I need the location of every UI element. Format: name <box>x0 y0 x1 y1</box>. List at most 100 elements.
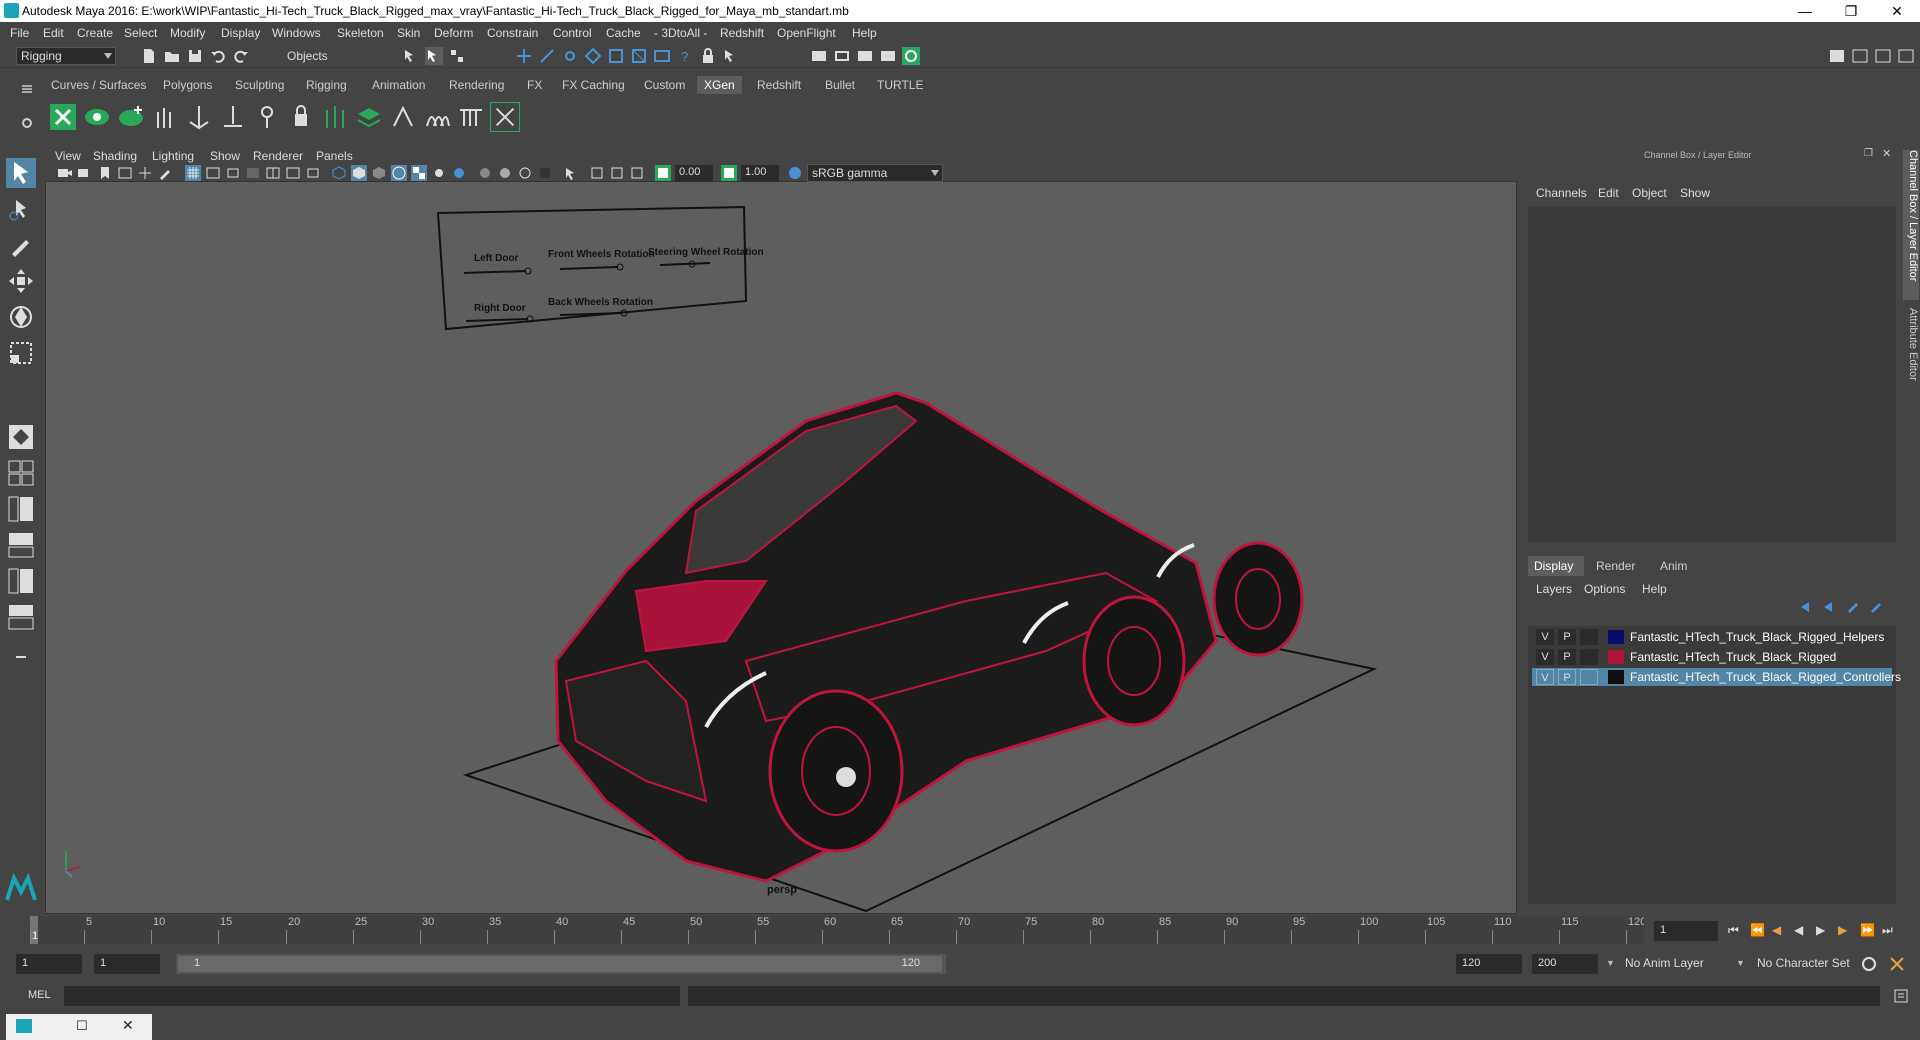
scene-view[interactable]: Left Door Front Wheels Rotation Steering… <box>46 181 1518 915</box>
step-back-frame-icon[interactable]: ◀ <box>1772 923 1781 937</box>
front-wheel[interactable] <box>768 689 904 853</box>
gear-icon[interactable] <box>20 116 34 130</box>
four-view-layout-icon[interactable] <box>6 458 36 488</box>
field-chart-icon[interactable] <box>265 165 281 181</box>
layer-color-swatch[interactable] <box>1608 670 1624 684</box>
view-transform-dropdown[interactable]: sRGB gamma <box>807 164 943 182</box>
bookmark-icon[interactable] <box>97 165 113 181</box>
exposure-icon[interactable] <box>655 165 671 181</box>
cb-menu-object[interactable]: Object <box>1632 186 1667 200</box>
layer-tab-anim[interactable]: Anim <box>1660 559 1687 573</box>
snap-live-icon[interactable] <box>630 47 648 65</box>
vp-menu-shading[interactable]: Shading <box>93 149 137 163</box>
layer-row-selected[interactable]: V P Fantastic_HTech_Truck_Black_Rigged_C… <box>1532 668 1901 686</box>
tab-polygons[interactable]: Polygons <box>156 76 219 94</box>
layer-display-type-toggle[interactable] <box>1580 649 1598 665</box>
range-slider[interactable]: 1 120 <box>176 954 946 974</box>
redo-icon[interactable] <box>232 47 250 65</box>
tab-redshift[interactable]: Redshift <box>750 76 808 94</box>
xgen-sculpt-icon[interactable] <box>252 102 282 132</box>
layer-menu-help[interactable]: Help <box>1642 582 1667 596</box>
range-slider-handle[interactable]: 1 120 <box>178 956 942 972</box>
tab-turtle[interactable]: TURTLE <box>870 76 930 94</box>
open-scene-icon[interactable] <box>163 47 181 65</box>
workspace-icon[interactable] <box>1828 47 1846 65</box>
persp-outliner-layout-icon[interactable] <box>6 494 36 524</box>
screen-space-ao-icon[interactable] <box>477 165 493 181</box>
channel-list[interactable] <box>1528 206 1896 542</box>
tab-fx-caching[interactable]: FX Caching <box>555 76 632 94</box>
vp-menu-panels[interactable]: Panels <box>316 149 353 163</box>
layer-name[interactable]: Fantastic_HTech_Truck_Black_Rigged_Helpe… <box>1630 630 1884 644</box>
step-forward-key-icon[interactable]: ⏩ <box>1860 923 1875 937</box>
layer-row[interactable]: V P Fantastic_HTech_Truck_Black_Rigged <box>1532 648 1892 666</box>
film-gate-icon[interactable] <box>205 165 221 181</box>
layer-tab-display[interactable]: Display <box>1528 556 1584 576</box>
camera-attributes-icon[interactable] <box>77 165 93 181</box>
tab-rendering[interactable]: Rendering <box>442 76 511 94</box>
anti-aliasing-icon[interactable] <box>517 165 533 181</box>
lock-icon[interactable] <box>699 47 717 65</box>
hypershade-layout-icon[interactable] <box>6 566 36 596</box>
command-language-label[interactable]: MEL <box>28 989 51 1001</box>
move-tool-icon[interactable] <box>6 266 36 296</box>
gamma-field[interactable]: 1.00 <box>741 165 779 181</box>
layer-display-type-toggle[interactable] <box>1580 629 1598 645</box>
tab-xgen[interactable]: XGen <box>697 76 742 94</box>
vp-menu-lighting[interactable]: Lighting <box>152 149 194 163</box>
xgen-add-guide-icon[interactable] <box>184 102 214 132</box>
restore-window-icon[interactable]: ☐ <box>76 1018 88 1034</box>
vp-menu-show[interactable]: Show <box>210 149 240 163</box>
character-set-dropdown[interactable]: No Character Set <box>1752 954 1864 974</box>
menu-skeleton[interactable]: Skeleton <box>337 26 384 40</box>
layer-menu-layers[interactable]: Layers <box>1536 582 1572 596</box>
layer-name[interactable]: Fantastic_HTech_Truck_Black_Rigged_Contr… <box>1630 670 1901 684</box>
layer-color-swatch[interactable] <box>1608 650 1624 664</box>
close-window-icon[interactable]: ✕ <box>122 1017 134 1034</box>
single-perspective-layout-icon[interactable] <box>6 422 36 452</box>
undo-icon[interactable] <box>209 47 227 65</box>
layer-menu-options[interactable]: Options <box>1584 582 1625 596</box>
snap-view-icon[interactable] <box>584 47 602 65</box>
select-component-icon[interactable] <box>448 47 466 65</box>
layer-display-type-toggle[interactable] <box>1580 669 1598 685</box>
snap-point-icon[interactable] <box>561 47 579 65</box>
toggle-tool-settings-icon[interactable] <box>1897 47 1915 65</box>
middle-wheel[interactable] <box>1082 595 1186 727</box>
menu-windows[interactable]: Windows <box>272 26 321 40</box>
xgen-preview-icon[interactable] <box>82 102 112 132</box>
menu-cache[interactable]: Cache <box>606 26 641 40</box>
step-forward-frame-icon[interactable]: ▶ <box>1838 923 1847 937</box>
select-object-icon[interactable] <box>425 47 443 65</box>
side-tab-channel-box[interactable]: Channel Box / Layer Editor <box>1903 150 1919 300</box>
go-to-start-icon[interactable]: ⏮ <box>1728 923 1739 938</box>
minimized-window-strip[interactable]: ☐ ✕ <box>6 1014 152 1040</box>
step-back-key-icon[interactable]: ⏪ <box>1750 923 1765 937</box>
scale-tool-icon[interactable] <box>6 338 36 368</box>
layer-color-swatch[interactable] <box>1608 630 1624 644</box>
tab-sculpting[interactable]: Sculpting <box>228 76 291 94</box>
snap-surface-icon[interactable] <box>607 47 625 65</box>
exposure-field[interactable]: 0.00 <box>675 165 713 181</box>
outliner-layout-icon[interactable] <box>6 602 36 632</box>
lasso-tool-icon[interactable] <box>6 194 36 224</box>
close-panel-icon[interactable]: ✕ <box>1882 147 1891 160</box>
cb-menu-channels[interactable]: Channels <box>1536 186 1587 200</box>
select-tool-icon[interactable] <box>6 158 36 188</box>
auto-key-icon[interactable] <box>1860 955 1878 973</box>
menu-file[interactable]: File <box>10 26 29 40</box>
shadows-icon[interactable] <box>451 165 467 181</box>
tab-fx[interactable]: FX <box>520 76 549 94</box>
isolate-select-icon[interactable] <box>563 165 579 181</box>
motion-blur-icon[interactable] <box>497 165 513 181</box>
animation-preferences-icon[interactable] <box>1888 955 1906 973</box>
paint-select-tool-icon[interactable] <box>6 230 36 260</box>
xgen-layers-icon[interactable] <box>354 102 384 132</box>
render-view-icon[interactable] <box>810 47 828 65</box>
xgen-grooming-icon[interactable] <box>422 102 452 132</box>
xgen-lock-guides-icon[interactable] <box>286 102 316 132</box>
menu-skin[interactable]: Skin <box>397 26 420 40</box>
menu-modify[interactable]: Modify <box>170 26 205 40</box>
resolution-gate-icon[interactable] <box>225 165 241 181</box>
smooth-shade-icon[interactable] <box>351 165 367 181</box>
